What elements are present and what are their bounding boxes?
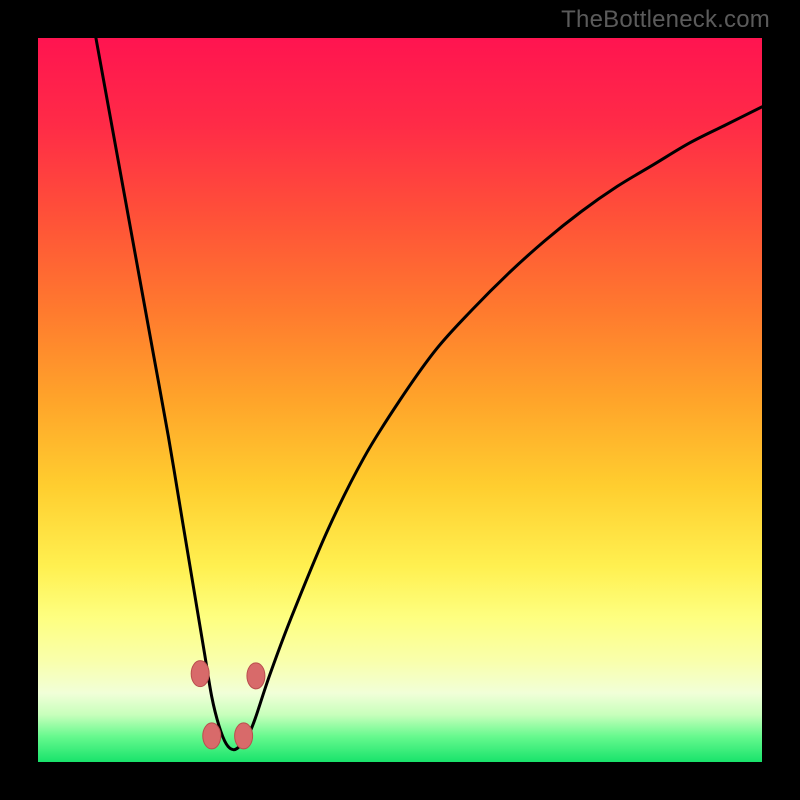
curve-marker — [191, 661, 209, 687]
watermark-label: TheBottleneck.com — [561, 6, 770, 34]
curve-layer — [38, 38, 762, 762]
curve-markers — [191, 661, 265, 749]
plot-area — [38, 38, 762, 762]
curve-marker — [235, 723, 253, 749]
curve-marker — [203, 723, 221, 749]
outer-frame: TheBottleneck.com — [0, 0, 800, 800]
curve-marker — [247, 663, 265, 689]
bottleneck-curve — [96, 38, 762, 750]
